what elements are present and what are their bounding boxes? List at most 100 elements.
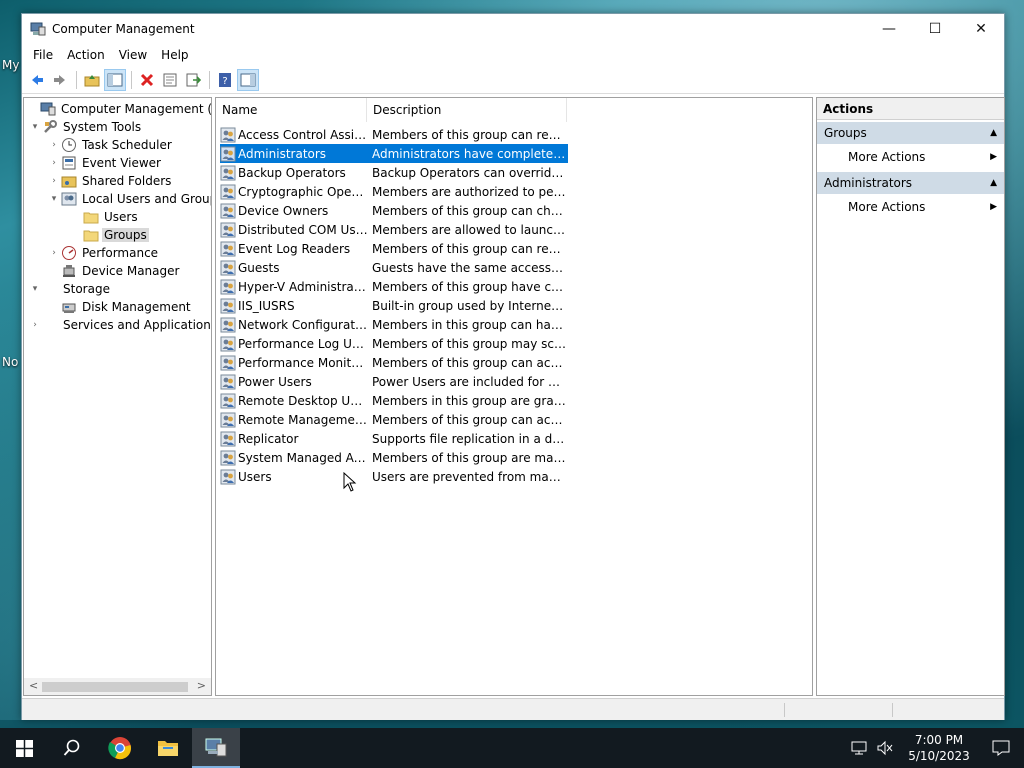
- table-row[interactable]: Remote Desktop Users Members in this grou…: [220, 391, 568, 410]
- search-button[interactable]: [48, 728, 96, 768]
- computer-management-icon: [205, 738, 227, 757]
- help-button[interactable]: ?: [214, 69, 236, 91]
- expand-chevron-icon[interactable]: ›: [47, 140, 61, 150]
- show-hide-console-tree-button[interactable]: [104, 68, 126, 91]
- taskbar-chrome[interactable]: [96, 728, 144, 768]
- table-row[interactable]: Guests Guests have the same access as m..…: [220, 258, 568, 277]
- column-header-name[interactable]: Name: [216, 98, 367, 122]
- scroll-right-arrow-icon[interactable]: >: [197, 679, 206, 692]
- tree-item-groups[interactable]: Groups: [69, 226, 149, 244]
- table-row[interactable]: Hyper-V Administrators Members of this gr…: [220, 277, 568, 296]
- collapse-up-icon[interactable]: ▲: [990, 172, 997, 194]
- expand-chevron-icon[interactable]: ›: [47, 158, 61, 168]
- table-row[interactable]: Performance Monitor ... Members of this g…: [220, 353, 568, 372]
- services-icon: [42, 317, 58, 333]
- desktop-icon-label[interactable]: No: [2, 355, 18, 369]
- expand-chevron-icon[interactable]: ›: [47, 176, 61, 186]
- system-tray: 7:00 PM 5/10/2023: [850, 728, 1024, 768]
- tree-item-performance[interactable]: › Performance: [47, 244, 160, 262]
- clock[interactable]: 7:00 PM 5/10/2023: [900, 732, 978, 764]
- maximize-button[interactable]: ☐: [912, 14, 958, 44]
- menu-action[interactable]: Action: [60, 48, 112, 62]
- collapse-chevron-icon[interactable]: ▾: [28, 122, 42, 132]
- collapse-chevron-icon[interactable]: ▾: [47, 194, 61, 204]
- scroll-left-arrow-icon[interactable]: <: [29, 679, 38, 692]
- action-pane-icon: [240, 73, 256, 86]
- tree-item-storage[interactable]: ▾ Storage: [28, 280, 112, 298]
- tree-item-services-and-applications[interactable]: › Services and Applications: [28, 316, 211, 334]
- folder-icon: [83, 212, 99, 224]
- table-row[interactable]: Device Owners Members of this group can c…: [220, 201, 568, 220]
- tree-item-task-scheduler[interactable]: › Task Scheduler: [47, 136, 174, 154]
- table-row[interactable]: Remote Management... Members of this grou…: [220, 410, 568, 429]
- title-bar[interactable]: Computer Management — ☐ ✕: [22, 14, 1004, 44]
- group-name: IIS_IUSRS: [238, 298, 295, 313]
- delete-button[interactable]: [136, 69, 158, 91]
- group-icon: [220, 374, 236, 389]
- start-button[interactable]: [0, 728, 48, 768]
- network-icon[interactable]: [850, 740, 868, 756]
- table-row[interactable]: Cryptographic Operat... Members are autho…: [220, 182, 568, 201]
- menu-file[interactable]: File: [26, 48, 60, 62]
- tree-item-label: Task Scheduler: [82, 138, 172, 152]
- close-button[interactable]: ✕: [958, 14, 1004, 44]
- expand-chevron-icon[interactable]: ›: [47, 248, 61, 258]
- tree-item-event-viewer[interactable]: › Event Viewer: [47, 154, 163, 172]
- table-row[interactable]: Backup Operators Backup Operators can ove…: [220, 163, 568, 182]
- properties-button[interactable]: [159, 69, 181, 91]
- more-actions-groups[interactable]: More Actions ▶: [817, 144, 1004, 170]
- volume-muted-icon[interactable]: [876, 740, 894, 756]
- group-icon: [220, 165, 236, 180]
- status-divider: [784, 703, 785, 717]
- tree-item-local-users-and-groups[interactable]: ▾ Local Users and Groups: [47, 190, 211, 208]
- table-row[interactable]: IIS_IUSRS Built-in group used by Internet…: [220, 296, 568, 315]
- collapse-up-icon[interactable]: ▲: [990, 122, 997, 144]
- table-row[interactable]: Distributed COM Users Members are allowed…: [220, 220, 568, 239]
- table-row[interactable]: UsersUsers are prevented from making ...: [220, 467, 568, 486]
- tree-item-users[interactable]: Users: [69, 208, 140, 226]
- taskbar-file-explorer[interactable]: [144, 728, 192, 768]
- export-list-button[interactable]: [182, 69, 204, 91]
- taskbar-computer-management[interactable]: [192, 728, 240, 768]
- expand-chevron-icon[interactable]: ›: [28, 320, 42, 330]
- table-row[interactable]: Power Users Power Users are included for …: [220, 372, 568, 391]
- table-row[interactable]: System Managed Acc... Members of this gro…: [220, 448, 568, 467]
- group-description: Members in this group are grante...: [372, 393, 566, 408]
- tree-item-computer-management[interactable]: Computer Management (Local: [26, 100, 211, 118]
- group-description: Members of this group can acces...: [372, 355, 566, 370]
- folder-up-icon: [84, 74, 100, 86]
- toolbar-separator: [209, 70, 210, 89]
- table-row[interactable]: Network Configuratio... Members in this g…: [220, 315, 568, 334]
- tree-item-device-manager[interactable]: Device Manager: [47, 262, 181, 280]
- tree-item-system-tools[interactable]: ▾ System Tools: [28, 118, 143, 136]
- event-viewer-icon: [62, 156, 76, 170]
- tree-item-shared-folders[interactable]: › Shared Folders: [47, 172, 173, 190]
- more-actions-administrators[interactable]: More Actions ▶: [817, 194, 1004, 220]
- table-row[interactable]: Event Log Readers Members of this group c…: [220, 239, 568, 258]
- group-name: Hyper-V Administrators: [238, 279, 368, 294]
- group-icon: [220, 279, 236, 294]
- scrollbar-thumb[interactable]: [42, 682, 188, 692]
- menu-view[interactable]: View: [112, 48, 154, 62]
- notifications-button[interactable]: [978, 728, 1024, 768]
- table-row[interactable]: Replicator Supports file replication in a…: [220, 429, 568, 448]
- tree-item-disk-management[interactable]: Disk Management: [47, 298, 193, 316]
- column-header-description[interactable]: Description: [367, 98, 567, 122]
- back-button[interactable]: [26, 69, 48, 91]
- actions-section-administrators[interactable]: Administrators ▲: [817, 172, 1004, 194]
- section-label: Administrators: [824, 176, 913, 190]
- table-row[interactable]: Administrators Administrators have comple…: [220, 144, 568, 163]
- desktop-icon-label[interactable]: My: [2, 58, 19, 72]
- show-hide-action-pane-button[interactable]: [237, 68, 259, 91]
- group-name: Access Control Assist...: [238, 127, 368, 142]
- actions-section-groups[interactable]: Groups ▲: [817, 122, 1004, 144]
- table-row[interactable]: Performance Log Users Members of this gro…: [220, 334, 568, 353]
- table-row[interactable]: Access Control Assist... Members of this …: [220, 125, 568, 144]
- tree-horizontal-scrollbar[interactable]: < >: [24, 678, 211, 695]
- minimize-button[interactable]: —: [866, 14, 912, 44]
- menu-help[interactable]: Help: [154, 48, 195, 62]
- group-description: Members of this group have com...: [372, 279, 566, 294]
- up-one-level-button[interactable]: [81, 69, 103, 91]
- collapse-chevron-icon[interactable]: ▾: [28, 284, 42, 294]
- forward-button[interactable]: [49, 69, 71, 91]
